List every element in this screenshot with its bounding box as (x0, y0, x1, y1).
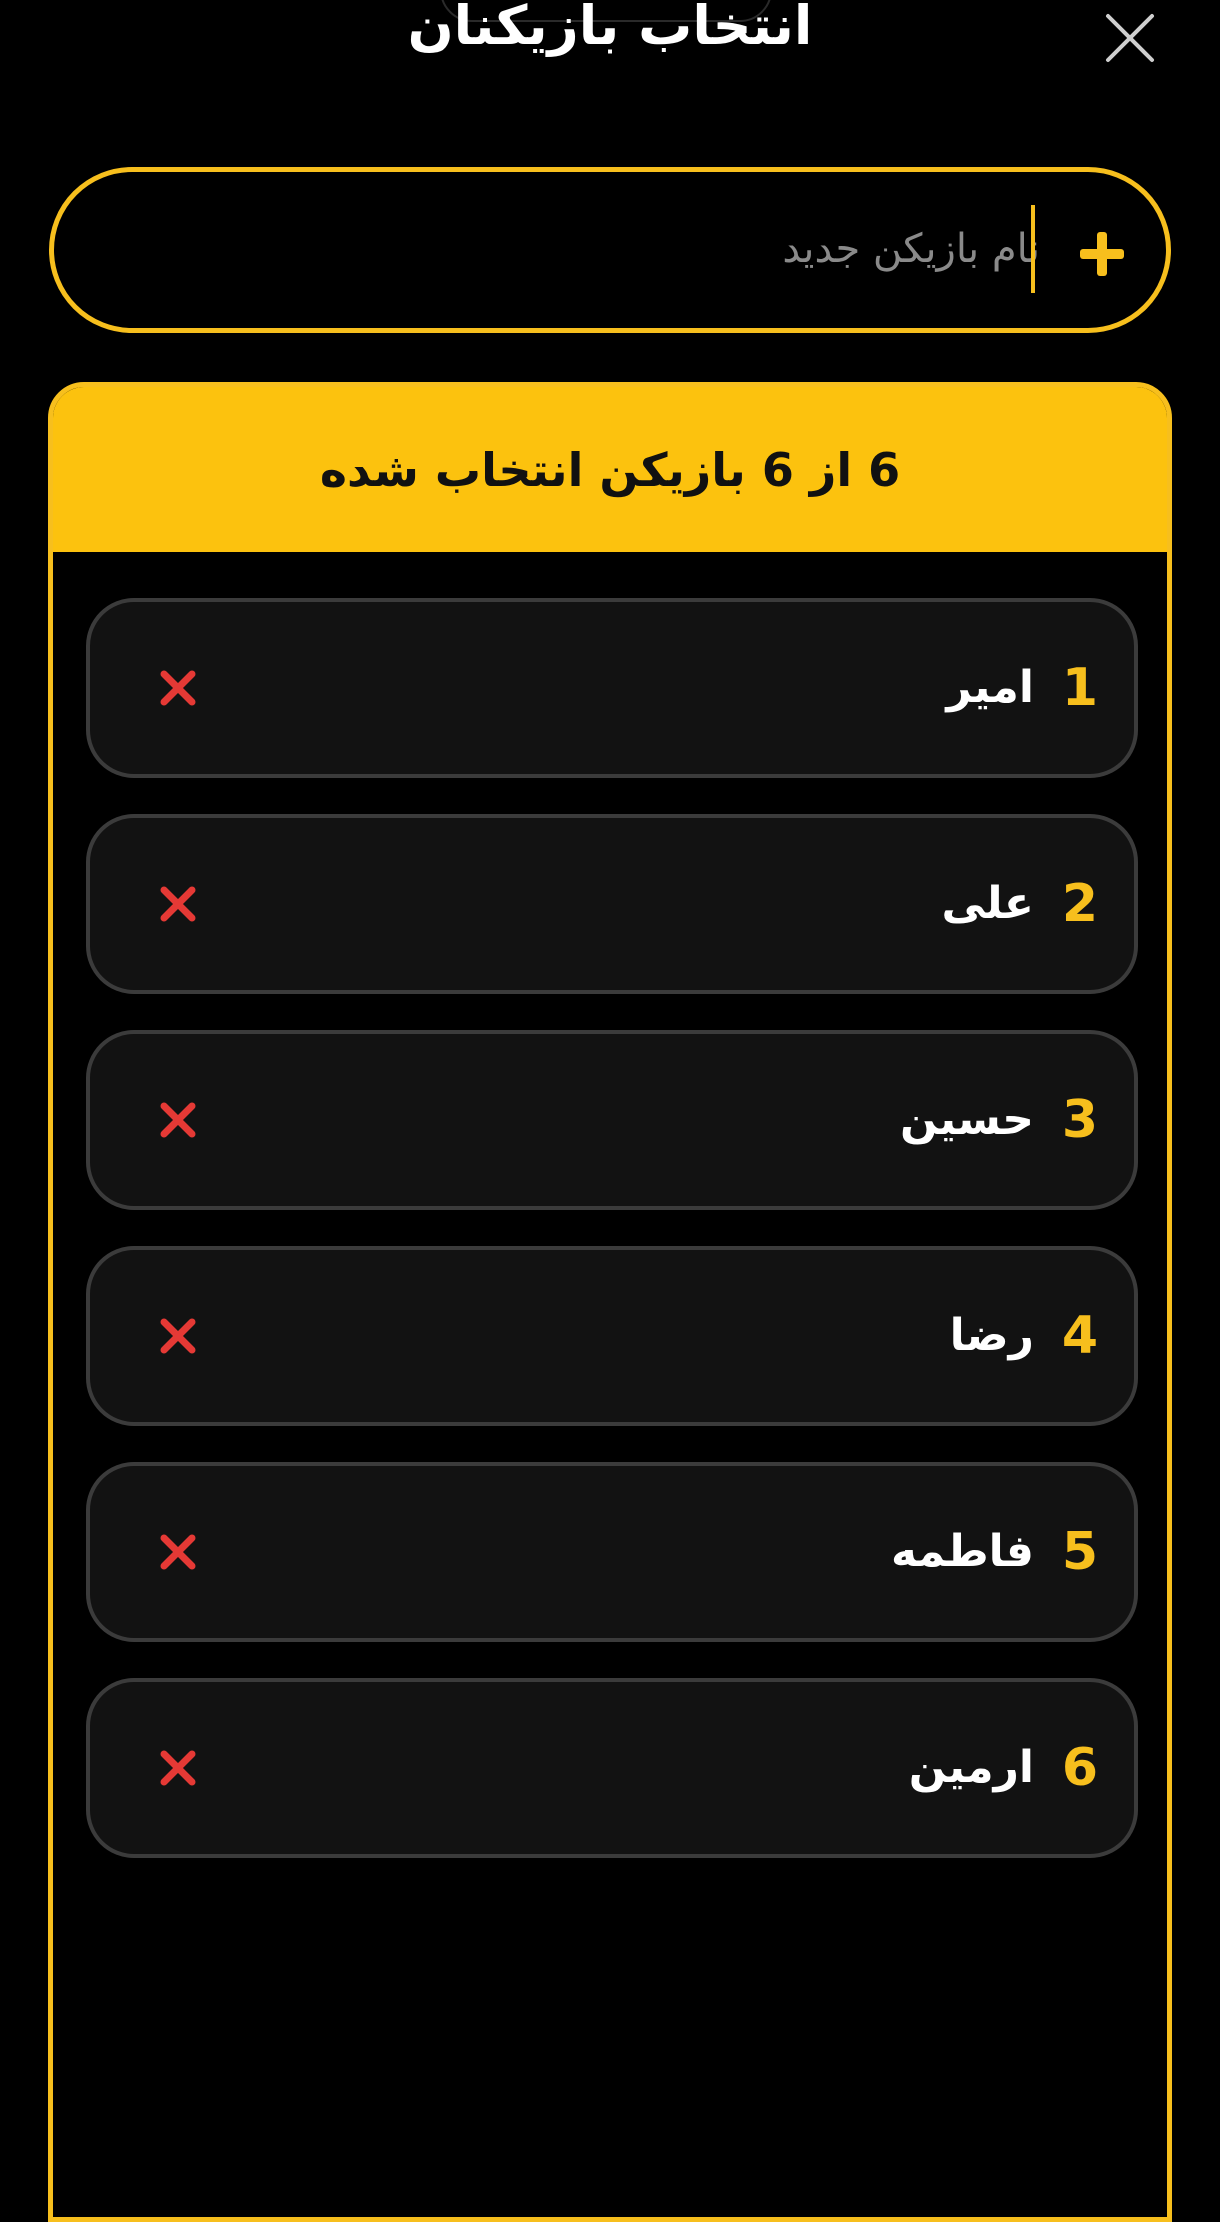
player-name: ارمین (908, 1742, 1034, 1793)
player-name: رضا (949, 1310, 1034, 1361)
player-row: 2 علی (86, 814, 1138, 994)
x-icon (160, 670, 196, 706)
remove-player-button[interactable] (158, 668, 198, 708)
player-name: علی (941, 878, 1034, 929)
player-row: 4 رضا (86, 1246, 1138, 1426)
text-caret (1031, 205, 1035, 293)
player-number: 2 (1061, 874, 1098, 934)
player-row: 1 امیر (86, 598, 1138, 778)
player-number: 1 (1061, 658, 1098, 718)
x-icon (160, 1750, 196, 1786)
player-number: 4 (1061, 1306, 1098, 1366)
player-number: 6 (1061, 1738, 1098, 1798)
player-name: حسین (899, 1094, 1034, 1145)
remove-player-button[interactable] (158, 1748, 198, 1788)
player-row: 6 ارمین (86, 1678, 1138, 1858)
selected-count-header: 6 از 6 بازیکن انتخاب شده (53, 387, 1167, 552)
remove-player-button[interactable] (158, 1532, 198, 1572)
close-button[interactable] (1100, 8, 1160, 68)
plus-icon (1080, 232, 1124, 276)
player-list: 1 امیر 2 علی 3 حسین 4 رضا 5 فاطمه 6 ارمی… (86, 598, 1138, 1894)
x-icon (160, 1102, 196, 1138)
new-player-name-input[interactable] (120, 205, 1040, 293)
remove-player-button[interactable] (158, 1100, 198, 1140)
player-number: 5 (1061, 1522, 1098, 1582)
player-name: امیر (946, 662, 1034, 713)
remove-player-button[interactable] (158, 884, 198, 924)
player-number: 3 (1061, 1090, 1098, 1150)
selected-players-panel: 6 از 6 بازیکن انتخاب شده 1 امیر 2 علی 3 … (48, 382, 1172, 2222)
x-icon (160, 886, 196, 922)
x-icon (160, 1318, 196, 1354)
page-title: انتخاب بازیکنان (407, 0, 813, 57)
remove-player-button[interactable] (158, 1316, 198, 1356)
close-icon (1106, 14, 1154, 62)
player-name: فاطمه (891, 1526, 1034, 1577)
x-icon (160, 1534, 196, 1570)
add-player-button[interactable] (1070, 222, 1134, 286)
player-row: 5 فاطمه (86, 1462, 1138, 1642)
player-row: 3 حسین (86, 1030, 1138, 1210)
